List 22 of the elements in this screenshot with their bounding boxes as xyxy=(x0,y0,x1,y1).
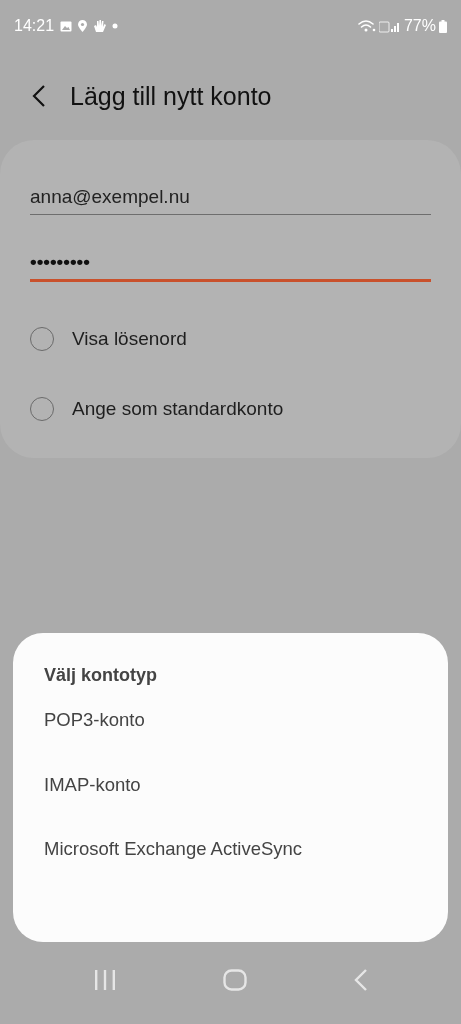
battery-icon xyxy=(439,19,447,33)
option-label: Ange som standardkonto xyxy=(72,398,284,420)
menu-item[interactable]: IMAP-konto xyxy=(44,772,417,838)
page-title: Lägg till nytt konto xyxy=(70,81,272,111)
status-time: 14:21 xyxy=(14,17,55,35)
sheet-title: Välj kontotyp xyxy=(44,665,158,686)
back-icon xyxy=(353,969,368,991)
recent-apps-icon xyxy=(93,970,116,990)
location-pin-icon xyxy=(78,20,88,32)
signal-icon xyxy=(378,19,401,33)
wifi-icon xyxy=(357,19,376,33)
battery-percent: 77% xyxy=(403,17,436,35)
image-icon xyxy=(60,20,73,32)
dot-icon xyxy=(112,23,119,29)
option-label: Visa lösenord xyxy=(72,328,187,350)
input-field[interactable]: ••••••••• xyxy=(30,243,431,282)
menu-item[interactable]: Microsoft Exchange ActiveSync xyxy=(44,837,417,902)
home-icon xyxy=(222,969,247,991)
back-icon xyxy=(32,84,46,108)
input-field[interactable]: anna@exempel.nu xyxy=(30,178,431,215)
hand-icon xyxy=(93,19,107,33)
menu-item[interactable]: POP3-konto xyxy=(44,708,417,773)
